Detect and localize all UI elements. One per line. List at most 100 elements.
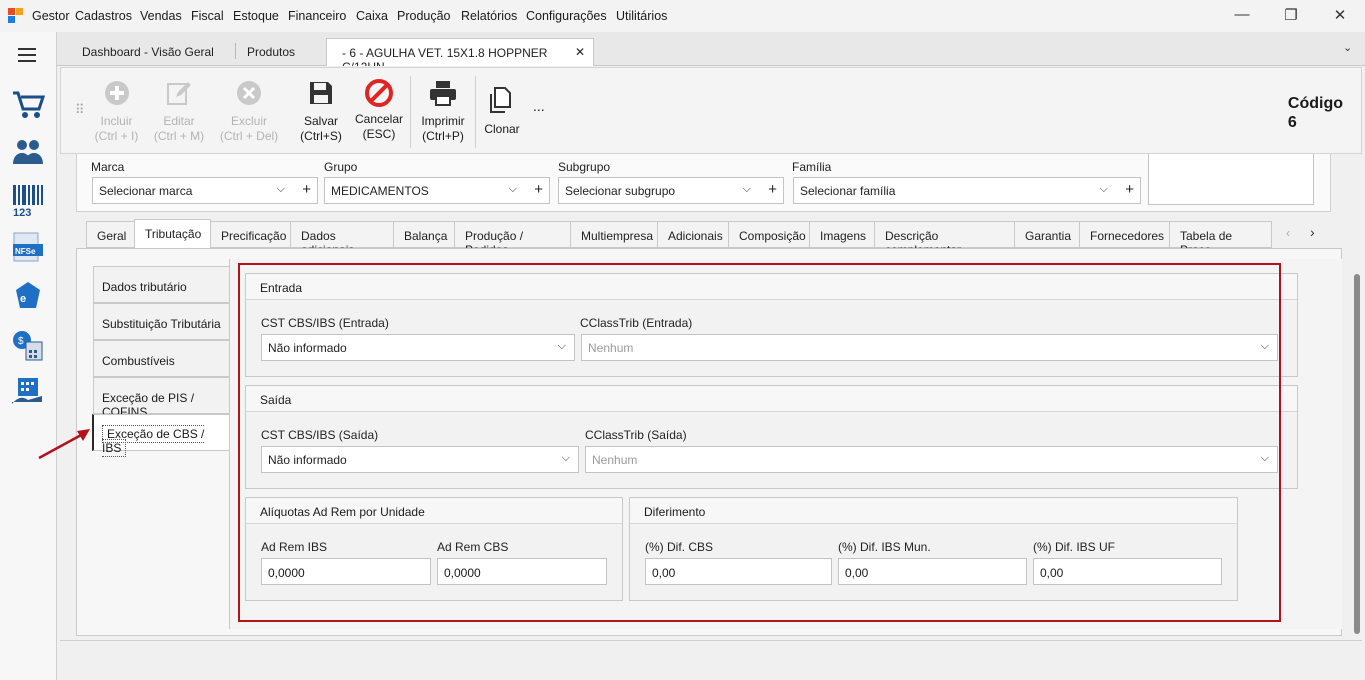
tabs-dropdown-icon[interactable]: ⌄ (1343, 41, 1352, 54)
tabs-scroll-left-icon[interactable]: ‹ (1286, 226, 1290, 240)
doc-tab-dashboard[interactable]: Dashboard - Visão Geral (82, 38, 232, 66)
tab-descricao-complementar[interactable]: Descrição complementar (874, 221, 1015, 257)
tab-label: Imagens (820, 229, 867, 243)
cashier-icon[interactable] (10, 374, 46, 410)
chevron-down-icon: ⌵ (742, 183, 751, 195)
tab-dados-adicionais[interactable]: Dados adicionais (290, 221, 394, 257)
menu-estoque[interactable]: Estoque (233, 9, 279, 23)
more-options-button[interactable]: ... (533, 98, 545, 114)
doc-tab-produtos[interactable]: Produtos (247, 38, 337, 66)
tab-imagens[interactable]: Imagens (809, 221, 875, 248)
product-image-box[interactable] (1148, 154, 1314, 205)
subtab-excecao-pis-cofins[interactable]: Exceção de PIS / COFINS (93, 377, 230, 419)
tab-label: Balança (404, 229, 448, 243)
cart-icon[interactable] (10, 87, 46, 123)
tab-label: Geral (97, 229, 127, 243)
menu-caixa[interactable]: Caixa (356, 9, 388, 23)
incluir-button[interactable]: Incluir (Ctrl + I) (94, 80, 139, 144)
clone-icon (490, 87, 511, 113)
tab-precificacao[interactable]: Precificação (210, 221, 291, 248)
subtab-combustiveis[interactable]: Combustíveis (93, 340, 230, 377)
status-bar (60, 640, 1362, 678)
subgrupo-select[interactable]: Selecionar subgrupo ⌵ + (558, 177, 784, 204)
add-familia-icon[interactable]: + (1125, 181, 1134, 198)
marca-label: Marca (91, 160, 125, 174)
familia-select[interactable]: Selecionar família ⌵ + (793, 177, 1141, 204)
codigo-display: Código 6 (1288, 94, 1343, 132)
familia-label: Família (792, 160, 832, 174)
close-window-icon[interactable]: ✕ (1330, 6, 1350, 26)
excluir-button[interactable]: Excluir (Ctrl + Del) (216, 80, 282, 144)
save-icon (310, 82, 332, 104)
tab-composicao[interactable]: Composição (728, 221, 810, 248)
tab-balanca[interactable]: Balança (393, 221, 455, 248)
vertical-scrollbar[interactable] (1350, 244, 1365, 644)
tab-label: Garantia (1025, 229, 1072, 243)
editar-label: Editar (163, 114, 195, 128)
close-tab-icon[interactable]: ✕ (575, 45, 585, 59)
tab-adicionais[interactable]: Adicionais (657, 221, 729, 248)
clonar-button[interactable]: Clonar (481, 86, 523, 137)
menu-utilitarios[interactable]: Utilitários (616, 9, 667, 23)
delete-circle-icon (237, 81, 261, 105)
svg-text:$: $ (18, 336, 24, 347)
cancelar-button[interactable]: Cancelar (ESC) (353, 79, 405, 142)
menu-vendas[interactable]: Vendas (140, 9, 182, 23)
users-icon[interactable] (10, 134, 46, 170)
menu-configuracoes[interactable]: Configurações (526, 9, 607, 23)
menu-bar: Gestor Cadastros Vendas Fiscal Estoque F… (0, 0, 1365, 32)
subtab-label: Dados tributário (102, 280, 187, 294)
svg-text:e: e (20, 293, 26, 305)
subtab-label: Combustíveis (102, 354, 175, 368)
restore-icon[interactable]: ❐ (1281, 6, 1301, 26)
finance-calculator-icon[interactable]: $ (10, 326, 46, 362)
add-grupo-icon[interactable]: + (534, 181, 543, 198)
subtab-excecao-cbs-ibs[interactable]: Exceção de CBS / IBS (92, 414, 230, 457)
tab-garantia[interactable]: Garantia (1014, 221, 1080, 248)
left-nav-bar: 123 NFSe e $ (0, 32, 57, 680)
imprimir-button[interactable]: Imprimir (Ctrl+P) (416, 80, 470, 144)
doc-tab-product-6[interactable]: - 6 - AGULHA VET. 15X1.8 HOPPNER C/12UN✕ (326, 38, 594, 74)
salvar-label: Salvar (303, 114, 338, 128)
chevron-down-icon: ⌵ (1099, 183, 1108, 195)
tab-producao-pedidos[interactable]: Produção / Pedidos (454, 221, 571, 257)
subtab-dados-tributario[interactable]: Dados tributário (93, 266, 230, 303)
svg-text:123: 123 (13, 207, 31, 218)
tab-label: Precificação (221, 229, 287, 243)
menu-fiscal[interactable]: Fiscal (191, 9, 224, 23)
excluir-label: Excluir (230, 114, 267, 128)
barcode-icon[interactable]: 123 (10, 182, 46, 218)
tab-geral[interactable]: Geral (86, 221, 135, 248)
marca-select[interactable]: Selecionar marca ⌵ + (92, 177, 318, 204)
tab-divider (235, 43, 236, 59)
menu-cadastros[interactable]: Cadastros (75, 9, 132, 23)
minimize-icon[interactable]: — (1232, 6, 1252, 26)
toolbar: ⠿ Incluir (Ctrl + I) Editar (Ctrl + M) E… (60, 67, 1362, 154)
drag-handle-icon[interactable]: ⠿ (75, 102, 84, 118)
toolbar-separator (410, 76, 411, 148)
scrollbar-thumb[interactable] (1354, 274, 1360, 634)
imprimir-shortcut: (Ctrl+P) (422, 129, 464, 143)
tab-multiempresa[interactable]: Multiempresa (570, 221, 658, 248)
familia-value: Selecionar família (800, 184, 896, 198)
menu-relatorios[interactable]: Relatórios (461, 9, 517, 23)
grupo-select[interactable]: MEDICAMENTOS ⌵ + (324, 177, 550, 204)
subtab-substituicao-tributaria[interactable]: Substituição Tributária (93, 303, 230, 340)
menu-financeiro[interactable]: Financeiro (288, 9, 346, 23)
add-subgrupo-icon[interactable]: + (768, 181, 777, 198)
tab-fornecedores[interactable]: Fornecedores (1079, 221, 1170, 248)
salvar-button[interactable]: Salvar (Ctrl+S) (296, 80, 346, 144)
imprimir-label: Imprimir (421, 114, 465, 128)
menu-producao[interactable]: Produção (397, 9, 451, 23)
hamburger-menu-icon[interactable] (18, 47, 38, 63)
document-tabs-bar: Dashboard - Visão Geral Produtos - 6 - A… (57, 32, 1365, 74)
editar-button[interactable]: Editar (Ctrl + M) (150, 80, 208, 144)
tab-tabela-de-preco[interactable]: Tabela de Preço (1169, 221, 1272, 257)
nfe-icon[interactable]: e (10, 278, 46, 314)
add-marca-icon[interactable]: + (302, 181, 311, 198)
tabs-scroll-right-icon[interactable]: › (1310, 224, 1315, 240)
tab-tributacao[interactable]: Tributação (134, 219, 211, 249)
editar-shortcut: (Ctrl + M) (153, 129, 205, 143)
menu-gestor[interactable]: Gestor (32, 9, 70, 23)
nfse-icon[interactable]: NFSe (10, 230, 46, 266)
